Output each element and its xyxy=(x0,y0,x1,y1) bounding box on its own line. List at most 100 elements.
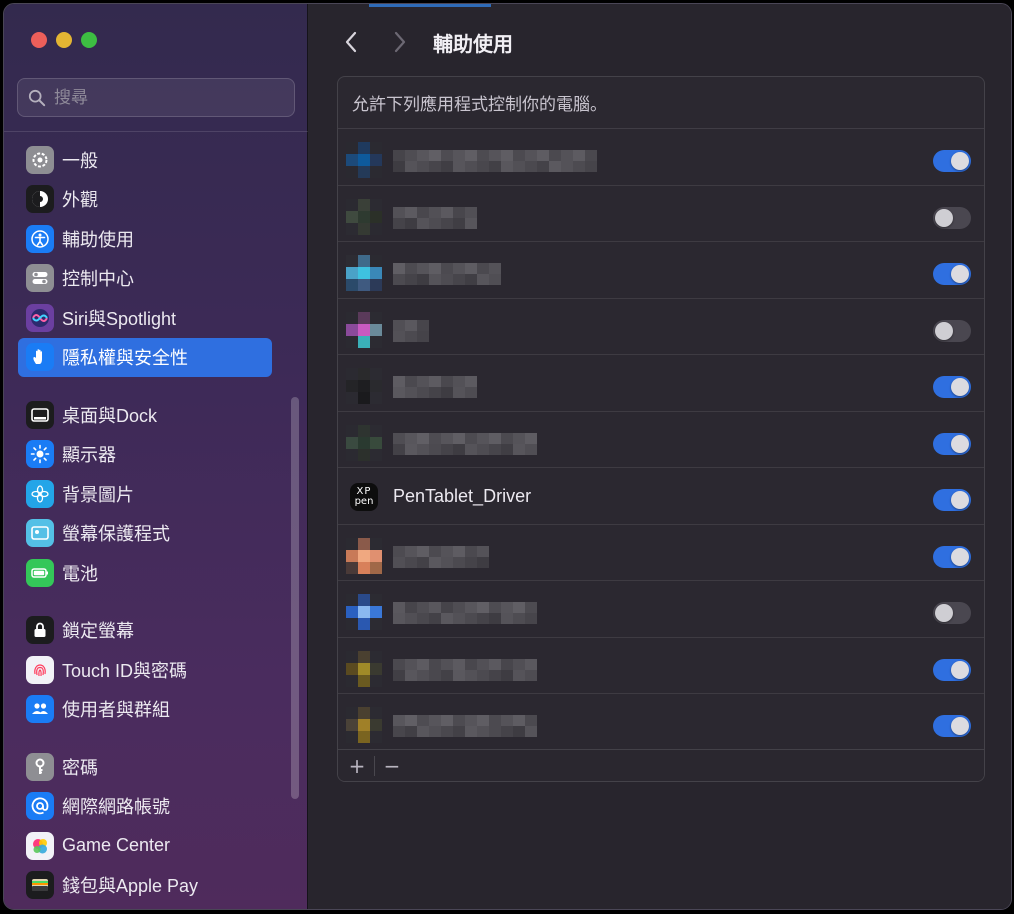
sidebar-item-label: 隱私權與安全性 xyxy=(62,348,188,369)
toggle-knob xyxy=(935,321,953,340)
redacted-app-icon xyxy=(346,537,382,574)
app-permission-toggle[interactable] xyxy=(933,432,971,455)
sidebar-item-label: 密碼 xyxy=(62,757,98,778)
app-row xyxy=(338,525,984,581)
redacted-app-name xyxy=(393,658,537,681)
sidebar-item[interactable]: 控制中心 xyxy=(18,259,272,299)
app-row xyxy=(338,638,984,694)
sidebar-divider xyxy=(4,131,308,132)
sidebar-item[interactable]: Siri與Spotlight xyxy=(18,298,272,338)
sidebar-item[interactable]: Game Center xyxy=(18,826,272,866)
sidebar-item[interactable]: 外觀 xyxy=(18,180,272,220)
app-permission-toggle[interactable] xyxy=(933,206,971,229)
sidebar-item-label: 外觀 xyxy=(62,190,98,211)
sidebar-item[interactable]: Touch ID與密碼 xyxy=(18,650,272,690)
app-row: XP pen PenTablet_Driver xyxy=(338,468,984,525)
wallpaper-icon xyxy=(26,479,54,508)
accessibility-apps-panel: 允許下列應用程式控制你的電腦。 XP pen PenTablet_Driver + … xyxy=(337,76,985,782)
sidebar-section-gap xyxy=(18,593,272,611)
app-name: PenTablet_Driver xyxy=(393,486,532,506)
sidebar-item[interactable]: 輔助使用 xyxy=(18,219,272,259)
page-title: 輔助使用 xyxy=(433,34,513,56)
panel-footer: + − xyxy=(338,749,984,781)
sidebar-item-label: Siri與Spotlight xyxy=(62,308,177,329)
redacted-app-icon xyxy=(346,142,382,178)
app-row xyxy=(338,694,984,751)
traffic-lights xyxy=(31,32,97,48)
battery-icon xyxy=(26,558,54,587)
app-permission-toggle[interactable] xyxy=(933,319,971,342)
app-row xyxy=(338,242,984,299)
toggle-knob xyxy=(951,547,969,566)
sidebar-item[interactable]: 螢幕保護程式 xyxy=(18,514,272,554)
toggle-knob xyxy=(951,491,969,509)
sidebar-item-label: 錢包與Apple Pay xyxy=(62,876,199,897)
app-permission-toggle[interactable] xyxy=(933,376,971,398)
panel-header: 允許下列應用程式控制你的電腦。 xyxy=(338,77,984,129)
sidebar-item[interactable]: 電池 xyxy=(18,553,272,593)
chevron-right-icon xyxy=(394,31,406,53)
sidebar-item-label: Game Center xyxy=(62,835,171,856)
screensaver-icon xyxy=(26,519,54,548)
toggle-knob xyxy=(951,152,969,170)
sidebar-item-label: 顯示器 xyxy=(62,445,116,466)
sidebar-item[interactable]: 隱私權與安全性 xyxy=(18,337,272,377)
display-icon xyxy=(26,440,54,469)
app-permission-toggle[interactable] xyxy=(933,489,971,511)
sidebar-item[interactable]: 密碼 xyxy=(18,747,272,787)
search-input[interactable] xyxy=(54,87,274,108)
sidebar-item-label: 控制中心 xyxy=(62,269,134,290)
close-button[interactable] xyxy=(31,32,47,48)
redacted-app-name xyxy=(393,319,429,342)
sidebar-item[interactable]: 一般 xyxy=(18,140,272,180)
sidebar-item[interactable]: 網際網路帳號 xyxy=(18,787,272,827)
app-permission-toggle[interactable] xyxy=(933,602,971,624)
sidebar-item[interactable]: 鎖定螢幕 xyxy=(18,611,272,651)
sidebar-item[interactable]: 桌面與Dock xyxy=(18,395,272,435)
redacted-app-name xyxy=(393,545,489,568)
redacted-app-name xyxy=(393,376,477,398)
sidebar-item[interactable]: 顯示器 xyxy=(18,435,272,475)
app-permission-toggle[interactable] xyxy=(933,715,971,737)
redacted-app-name xyxy=(393,150,597,172)
sidebar-item-label: 背景圖片 xyxy=(62,484,134,505)
app-row xyxy=(338,299,984,355)
sidebar-item-label: Touch ID與密碼 xyxy=(62,660,188,681)
app-permission-toggle[interactable] xyxy=(933,545,971,568)
sidebar-section-gap xyxy=(18,377,272,395)
gear-icon xyxy=(26,145,54,174)
remove-app-button[interactable]: − xyxy=(381,754,403,778)
fingerprint-icon xyxy=(26,655,54,684)
app-row xyxy=(338,581,984,638)
toggle-knob xyxy=(935,604,953,622)
app-permission-toggle[interactable] xyxy=(933,658,971,681)
zoom-button[interactable] xyxy=(81,32,97,48)
dock-icon xyxy=(26,400,54,429)
siri-icon xyxy=(26,303,54,332)
add-app-button[interactable]: + xyxy=(346,754,368,778)
toggle-knob xyxy=(951,717,969,735)
window-top-stripe xyxy=(369,4,491,7)
minimize-button[interactable] xyxy=(56,32,72,48)
sidebar: 一般外觀輔助使用控制中心 Siri與Spotlight 隱私權與安全性桌面與Dock… xyxy=(4,4,308,909)
back-button[interactable] xyxy=(339,29,363,55)
hand-icon xyxy=(26,343,54,372)
sidebar-item[interactable]: 使用者與群組 xyxy=(18,690,272,730)
search-icon xyxy=(28,89,46,106)
app-permission-toggle[interactable] xyxy=(933,263,971,285)
sidebar-scrollbar[interactable] xyxy=(291,397,299,799)
sidebar-item-label: 使用者與群組 xyxy=(62,700,170,721)
main-pane: 輔助使用 允許下列應用程式控制你的電腦。 XP pen PenTablet_Driv… xyxy=(309,4,1011,909)
sidebar-item[interactable]: 錢包與Apple Pay xyxy=(18,866,272,906)
app-permission-toggle[interactable] xyxy=(933,150,971,172)
toggle-knob xyxy=(951,434,969,453)
toolbar: 輔助使用 xyxy=(309,4,1011,78)
sidebar-item[interactable]: 背景圖片 xyxy=(18,474,272,514)
toggle-knob xyxy=(951,378,969,396)
app-row xyxy=(338,355,984,412)
toggle-knob xyxy=(935,208,953,227)
search-field[interactable] xyxy=(17,78,295,117)
sidebar-item-label: 一般 xyxy=(62,150,98,171)
forward-button[interactable] xyxy=(388,29,412,55)
toggle-knob xyxy=(951,660,969,679)
